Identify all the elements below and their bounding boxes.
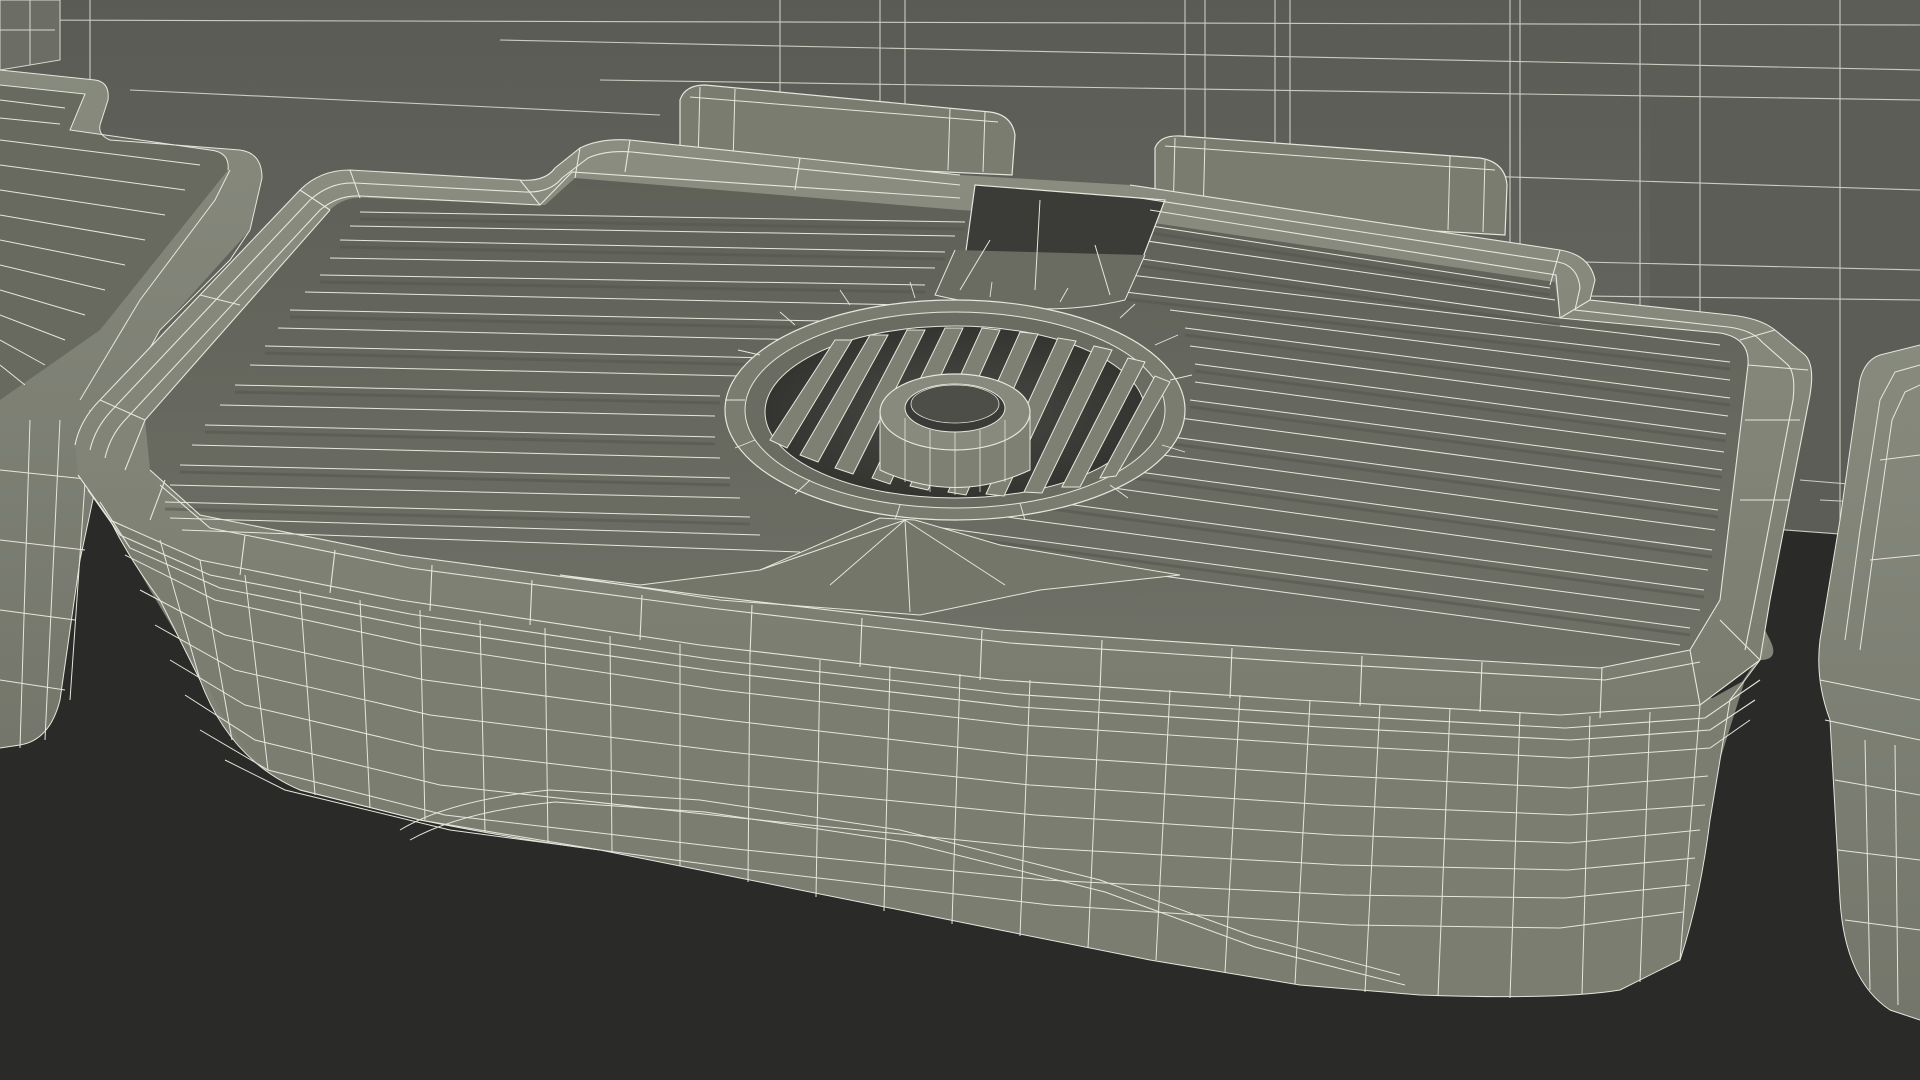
wireframe-render-scene	[0, 0, 1920, 1080]
render-canvas	[0, 0, 1920, 1080]
drain-post	[879, 373, 1031, 495]
